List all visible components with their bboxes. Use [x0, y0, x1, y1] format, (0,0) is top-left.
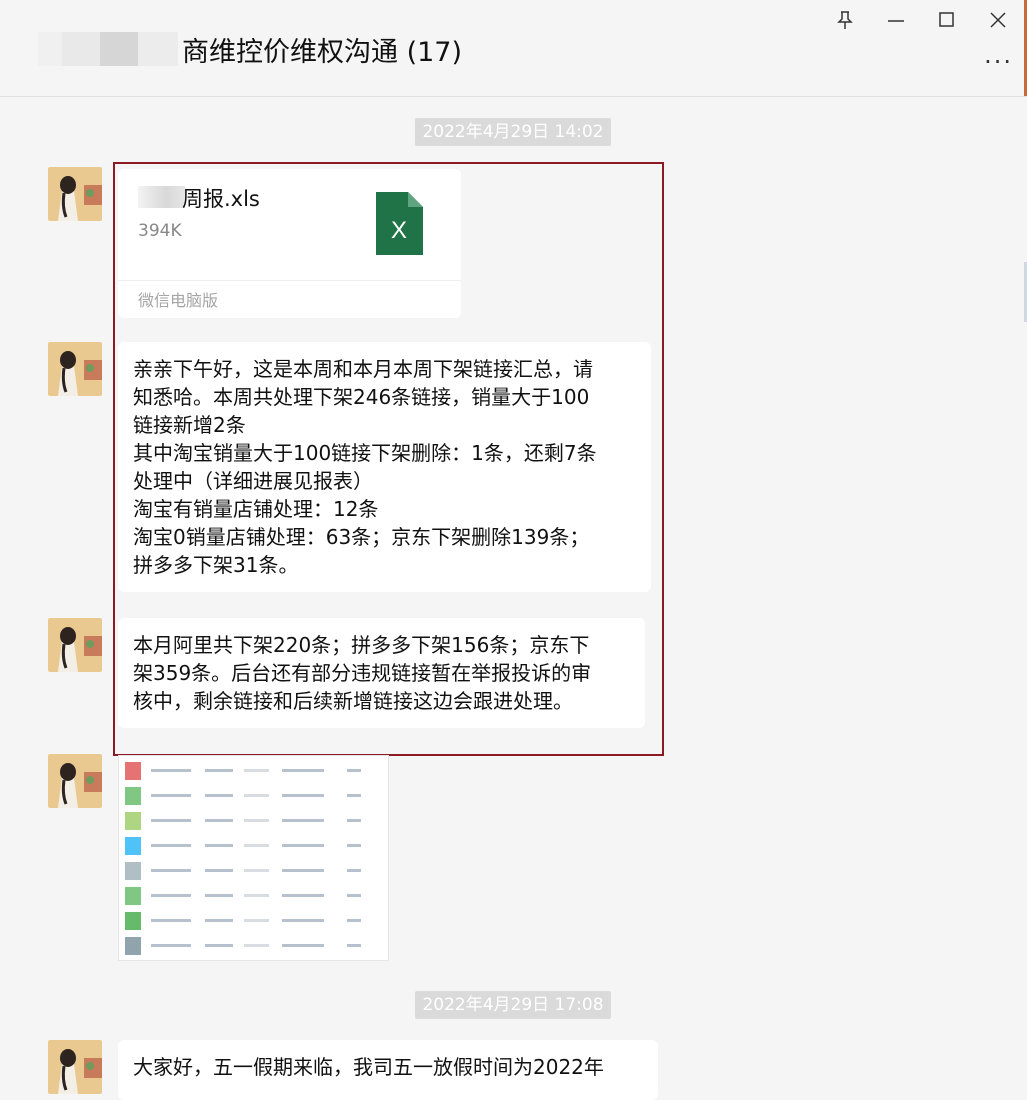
message-line: 核中，剩余链接和后续新增链接这边会跟进处理。 — [133, 689, 573, 713]
text-message[interactable]: 亲亲下午好，这是本周和本月本周下架链接汇总，请 知悉哈。本周共处理下架246条链… — [118, 342, 651, 592]
message-line: 链接新增2条 — [133, 413, 246, 437]
title-bar: 商维控价维权沟通 (17) ··· — [0, 0, 1027, 97]
maximize-icon — [939, 12, 954, 27]
avatar[interactable] — [48, 618, 102, 672]
text-message[interactable]: 本月阿里共下架220条；拼多多下架156条；京东下 架359条。后台还有部分违规… — [118, 618, 645, 728]
message-text: 大家好，五一假期来临，我司五一放假时间为2022年 — [133, 1053, 604, 1081]
close-button[interactable] — [983, 8, 1013, 32]
file-source-label: 微信电脑版 — [138, 291, 219, 310]
image-message[interactable] — [118, 755, 389, 961]
blurred-avatar-name — [38, 32, 178, 66]
minimize-button[interactable] — [881, 8, 911, 32]
message-line: 知悉哈。本周共处理下架246条链接，销量大于100 — [133, 385, 590, 409]
message-line: 处理中（详细进展见报表） — [133, 469, 373, 493]
avatar[interactable] — [48, 754, 102, 808]
message-line: 淘宝有销量店铺处理：12条 — [133, 497, 379, 521]
divider — [118, 280, 461, 281]
excel-icon-label: X — [391, 217, 407, 244]
pin-icon — [837, 11, 853, 29]
message-line: 本月阿里共下架220条；拼多多下架156条；京东下 — [133, 633, 590, 657]
close-icon — [990, 12, 1006, 28]
chat-title: 商维控价维权沟通 (17) — [182, 37, 463, 68]
message-line: 淘宝0销量店铺处理：63条；京东下架删除139条； — [133, 525, 590, 549]
text-message[interactable]: 大家好，五一假期来临，我司五一放假时间为2022年 — [118, 1040, 658, 1100]
excel-icon: X — [376, 192, 423, 255]
message-line: 大家好，五一假期来临，我司五一放假时间为2022年 — [133, 1055, 604, 1079]
avatar[interactable] — [48, 1040, 102, 1094]
file-message[interactable]: 周报.xls 394K X 微信电脑版 — [118, 169, 461, 318]
message-line: 拼多多下架31条。 — [133, 553, 299, 577]
blurred-file-prefix — [138, 186, 185, 208]
more-options-button[interactable]: ··· — [984, 48, 1013, 76]
message-text: 亲亲下午好，这是本周和本月本周下架链接汇总，请 知悉哈。本周共处理下架246条链… — [133, 355, 597, 579]
pin-button[interactable] — [830, 8, 860, 32]
avatar[interactable] — [48, 342, 102, 396]
maximize-button[interactable] — [932, 8, 962, 32]
message-line: 亲亲下午好，这是本周和本月本周下架链接汇总，请 — [133, 357, 593, 381]
spreadsheet-screenshot-image — [119, 756, 388, 960]
minimize-icon — [888, 20, 904, 22]
avatar[interactable] — [48, 167, 102, 221]
message-line: 架359条。后台还有部分违规链接暂在举报投诉的审 — [133, 661, 592, 685]
timestamp: 2022年4月29日 17:08 — [415, 991, 611, 1019]
timestamp: 2022年4月29日 14:02 — [415, 118, 611, 146]
file-size: 394K — [138, 221, 182, 241]
message-line: 其中淘宝销量大于100链接下架删除：1条，还剩7条 — [133, 441, 597, 465]
message-text: 本月阿里共下架220条；拼多多下架156条；京东下 架359条。后台还有部分违规… — [133, 631, 591, 715]
file-name: 周报.xls — [182, 187, 260, 211]
